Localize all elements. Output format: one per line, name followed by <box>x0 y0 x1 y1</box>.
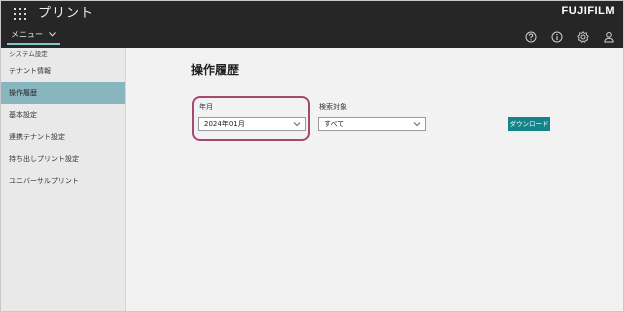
chevron-down-icon <box>293 122 301 127</box>
chevron-down-icon <box>48 32 56 37</box>
sidebar: システム設定 テナント情報 操作履歴 基本設定 連携テナント設定 持ち出しプリン… <box>1 48 126 311</box>
sidebar-item-linked-tenant-settings[interactable]: 連携テナント設定 <box>1 126 125 148</box>
sidebar-item-basic-settings[interactable]: 基本設定 <box>1 104 125 126</box>
sidebar-section-label: システム設定 <box>9 50 48 58</box>
help-icon[interactable] <box>525 31 537 43</box>
user-icon[interactable] <box>603 31 615 43</box>
brand-logo: FUJIFILM <box>561 5 615 17</box>
apps-grid-icon[interactable] <box>12 6 28 22</box>
menu-button[interactable]: メニュー <box>7 29 60 45</box>
menu-label: メニュー <box>11 30 43 39</box>
settings-icon[interactable] <box>577 31 589 43</box>
search-target-label: 検索対象 <box>319 103 347 111</box>
chevron-down-icon <box>413 122 421 127</box>
year-month-select[interactable]: 2024年01月 <box>198 117 306 131</box>
info-icon[interactable] <box>551 31 563 43</box>
search-target-select[interactable]: すべて <box>318 117 426 131</box>
sidebar-item-takeout-print-settings[interactable]: 持ち出しプリント設定 <box>1 148 125 170</box>
sidebar-item-tenant-info[interactable]: テナント情報 <box>1 60 125 82</box>
app-title: プリント <box>38 6 95 21</box>
search-target-value: すべて <box>324 120 345 128</box>
download-button[interactable]: ダウンロード <box>508 117 550 131</box>
top-bar: プリント FUJIFILM メニュー <box>1 1 623 48</box>
header-actions <box>525 31 615 43</box>
year-month-value: 2024年01月 <box>204 120 245 128</box>
sidebar-item-operation-history[interactable]: 操作履歴 <box>1 82 125 104</box>
app-window: プリント FUJIFILM メニュー システム設定 テナント情報 操作履歴 基本… <box>0 0 624 312</box>
sidebar-item-universal-print[interactable]: ユニバーサルプリント <box>1 170 125 192</box>
year-month-label: 年月 <box>199 103 213 111</box>
page-title: 操作履歴 <box>191 63 240 77</box>
